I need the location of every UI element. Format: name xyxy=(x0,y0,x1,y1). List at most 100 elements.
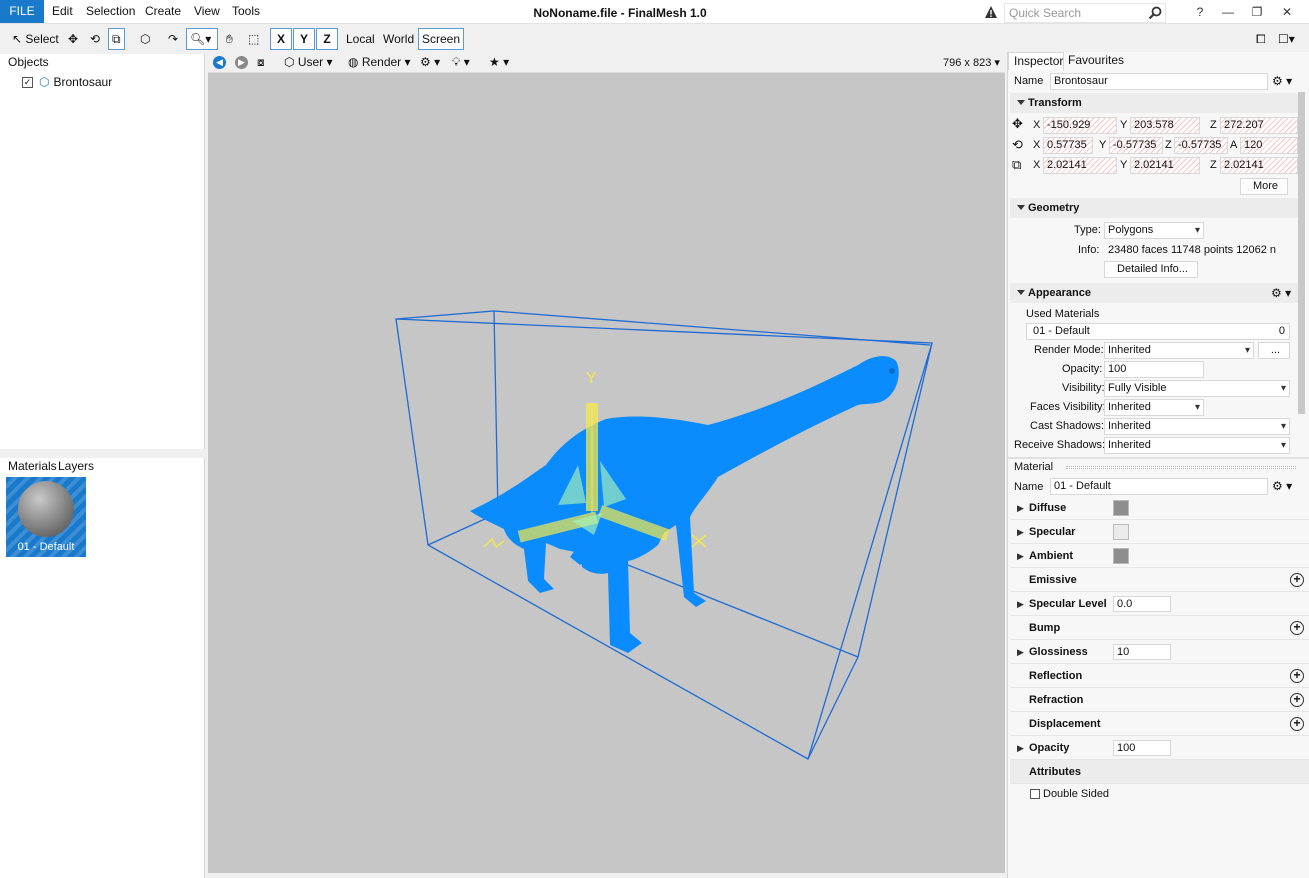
space-world-button[interactable]: World xyxy=(379,28,418,50)
forward-icon[interactable]: ▶ xyxy=(235,56,248,69)
faces-visibility-select[interactable]: Inherited xyxy=(1104,399,1204,416)
quick-search-input[interactable]: Quick Search xyxy=(1004,3,1166,23)
add-reflection-plus-icon[interactable]: + xyxy=(1290,669,1304,683)
axis-y-button[interactable]: Y xyxy=(293,28,315,50)
pan-button[interactable]: ✋︎ xyxy=(222,28,237,50)
tab-inspector[interactable]: Inspector xyxy=(1008,52,1064,70)
expand-icon[interactable]: ▶ xyxy=(1017,544,1024,568)
render-mode-more-button[interactable]: ... xyxy=(1258,342,1290,359)
position-x-field[interactable]: -150.929 xyxy=(1043,117,1117,134)
object-name-field[interactable]: Brontosaur xyxy=(1050,73,1268,90)
detailed-info-button[interactable]: Detailed Info... xyxy=(1104,261,1198,278)
splitter[interactable] xyxy=(1008,457,1309,459)
emissive-row[interactable]: Emissive + xyxy=(1010,568,1309,592)
ambient-row[interactable]: ▶ Ambient xyxy=(1010,544,1309,568)
position-z-field[interactable]: 272.207 xyxy=(1220,117,1298,134)
specular-color-swatch[interactable] xyxy=(1113,524,1129,540)
diffuse-color-swatch[interactable] xyxy=(1113,500,1129,516)
rotation-z-field[interactable]: -0.57735 xyxy=(1174,137,1228,154)
menu-edit[interactable]: Edit xyxy=(52,0,73,23)
viewport-settings-dropdown[interactable]: ⚙ ▾ xyxy=(420,55,440,69)
favorites-dropdown[interactable]: ★ ▾ xyxy=(489,55,509,69)
material-thumbnail-01-default[interactable]: 01 - Default xyxy=(6,477,86,557)
file-menu-button[interactable]: FILE xyxy=(0,0,44,23)
menu-create[interactable]: Create xyxy=(145,0,181,23)
more-button[interactable]: More xyxy=(1240,178,1288,195)
scene-canvas[interactable]: Y xyxy=(208,73,1005,873)
appearance-section-header[interactable]: Appearance xyxy=(1010,283,1300,303)
double-sided-checkbox-row[interactable]: Double Sided xyxy=(1030,788,1109,800)
scale-x-field[interactable]: 2.02141 xyxy=(1043,157,1117,174)
viewport-size-dropdown[interactable]: 796 x 823 ▾ xyxy=(943,56,1000,69)
rotation-a-field[interactable]: 120 xyxy=(1240,137,1298,154)
expand-icon[interactable]: ▶ xyxy=(1017,496,1024,520)
camera-dropdown[interactable]: ⬡ User ▾ xyxy=(284,55,333,69)
move-tool-button[interactable]: ✥ xyxy=(64,28,82,50)
3d-viewport[interactable]: Y xyxy=(208,73,1005,873)
window-options-dropdown[interactable]: ☐▾ xyxy=(1274,28,1299,50)
reflection-row[interactable]: Reflection + xyxy=(1010,664,1309,688)
orbit-button[interactable]: ↷ xyxy=(164,28,182,50)
geometry-section-header[interactable]: Geometry xyxy=(1010,198,1300,218)
select-tool-button[interactable]: ↖ Select xyxy=(8,28,63,50)
visibility-checkbox[interactable]: ✓ xyxy=(22,76,33,88)
space-local-button[interactable]: Local xyxy=(342,28,379,50)
geometry-type-select[interactable]: Polygons xyxy=(1104,222,1204,239)
material-gear-icon[interactable]: ⚙ ▾ xyxy=(1272,479,1292,493)
specular-level-row[interactable]: ▶ Specular Level 0.0 xyxy=(1010,592,1309,616)
displacement-row[interactable]: Displacement + xyxy=(1010,712,1309,736)
warning-icon[interactable] xyxy=(984,5,998,19)
add-refraction-plus-icon[interactable]: + xyxy=(1290,693,1304,707)
menu-view[interactable]: View xyxy=(194,0,220,23)
brontosaur-mesh[interactable] xyxy=(470,356,899,653)
appearance-gear-icon[interactable]: ⚙ ▾ xyxy=(1271,286,1291,300)
double-sided-checkbox[interactable] xyxy=(1030,789,1040,799)
help-icon[interactable]: ? xyxy=(1186,0,1214,24)
rotate-tool-button[interactable]: ⟲ xyxy=(86,28,104,50)
axis-x-button[interactable]: X xyxy=(270,28,292,50)
opacity-material-spinner[interactable]: 100 xyxy=(1113,740,1171,756)
add-displacement-plus-icon[interactable]: + xyxy=(1290,717,1304,731)
inspector-scrollbar[interactable] xyxy=(1298,92,1305,414)
camera-reset-icon[interactable]: ⧇ xyxy=(257,55,265,70)
glossiness-spinner[interactable]: 10 xyxy=(1113,644,1171,660)
menu-tools[interactable]: Tools xyxy=(232,0,260,23)
name-options-gear-icon[interactable]: ⚙ ▾ xyxy=(1272,74,1292,88)
tab-favourites[interactable]: Favourites xyxy=(1068,52,1124,70)
bump-row[interactable]: Bump + xyxy=(1010,616,1309,640)
opacity-material-row[interactable]: ▶ Opacity 100 xyxy=(1010,736,1309,760)
transform-section-header[interactable]: Transform xyxy=(1010,93,1300,113)
expand-icon[interactable]: ▶ xyxy=(1017,736,1024,760)
layout-icon[interactable]: ⧠ xyxy=(1252,28,1270,50)
glossiness-row[interactable]: ▶ Glossiness 10 xyxy=(1010,640,1309,664)
back-icon[interactable]: ◀ xyxy=(213,56,226,69)
snap-button[interactable]: ⬡ xyxy=(136,28,154,50)
expand-icon[interactable]: ▶ xyxy=(1017,592,1024,616)
menu-selection[interactable]: Selection xyxy=(86,0,135,23)
rotation-x-field[interactable]: 0.57735 xyxy=(1043,137,1093,154)
material-name-field[interactable]: 01 - Default xyxy=(1050,478,1268,495)
visibility-select[interactable]: Fully Visible xyxy=(1104,380,1290,397)
cast-shadows-select[interactable]: Inherited xyxy=(1104,418,1290,435)
diffuse-row[interactable]: ▶ Diffuse xyxy=(1010,496,1309,520)
tab-layers[interactable]: Layers xyxy=(52,458,100,476)
minimize-icon[interactable]: — xyxy=(1214,0,1242,24)
ambient-color-swatch[interactable] xyxy=(1113,548,1129,564)
position-y-field[interactable]: 203.578 xyxy=(1130,117,1200,134)
render-dropdown[interactable]: ◍ Render ▾ xyxy=(348,55,411,69)
region-select-button[interactable]: ⬚ xyxy=(244,28,263,50)
zoom-dropdown[interactable]: 🔍︎▾ xyxy=(186,28,218,50)
restore-icon[interactable]: ❐ xyxy=(1243,0,1271,24)
attributes-section-header[interactable]: Attributes xyxy=(1010,760,1309,784)
scale-tool-button[interactable]: ⧉ xyxy=(108,28,125,50)
add-bump-plus-icon[interactable]: + xyxy=(1290,621,1304,635)
close-icon[interactable]: ✕ xyxy=(1273,0,1301,24)
tree-item-brontosaur[interactable]: ✓ ⬡ Brontosaur xyxy=(22,74,112,90)
axis-z-button[interactable]: Z xyxy=(316,28,338,50)
rotation-y-field[interactable]: -0.57735 xyxy=(1109,137,1163,154)
used-material-row[interactable]: 01 - Default 0 xyxy=(1026,323,1290,340)
specular-level-spinner[interactable]: 0.0 xyxy=(1113,596,1171,612)
lights-dropdown[interactable]: 💡︎ ▾ xyxy=(452,55,470,70)
add-emissive-plus-icon[interactable]: + xyxy=(1290,573,1304,587)
space-screen-button[interactable]: Screen xyxy=(418,28,465,50)
